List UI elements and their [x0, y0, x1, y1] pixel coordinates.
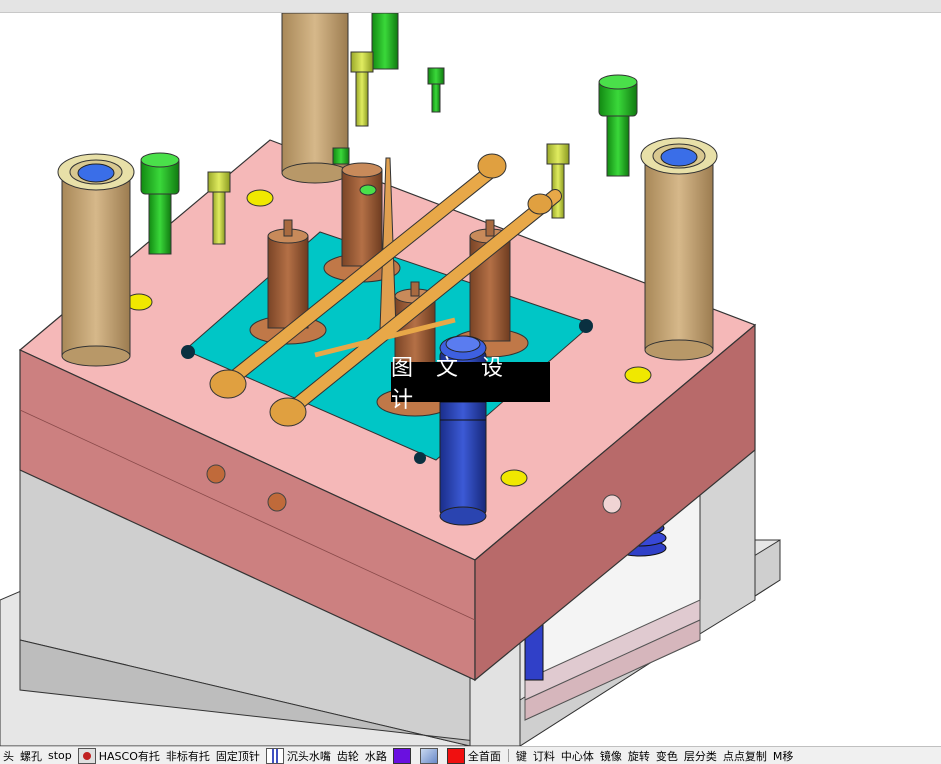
toolbar-label: 头: [3, 749, 14, 763]
toolbar-button-7[interactable]: 齿轮: [334, 747, 362, 764]
purple-color-icon: [392, 747, 411, 764]
red-color-icon: [446, 747, 465, 764]
toolbar-button-6[interactable]: 沉头水嘴: [263, 747, 334, 764]
guide-pillar-right: [640, 137, 718, 361]
toolbar-label: 螺孔: [20, 749, 42, 763]
watermark: 图 文 设 计: [391, 356, 550, 413]
water-nozzle-icon: [265, 747, 284, 764]
toolbar-button-20[interactable]: M移: [770, 747, 797, 764]
toolbar-label: HASCO有托: [98, 749, 160, 763]
toolbar-label: 中心体: [560, 749, 594, 763]
toolbar-button-11[interactable]: 全首面: [444, 747, 504, 764]
toolbar-label: 变色: [655, 749, 678, 763]
toolbar-button-16[interactable]: 旋转: [625, 747, 653, 764]
toolbar-button-0[interactable]: 头: [0, 747, 17, 764]
toolbar-button-10[interactable]: [417, 747, 444, 764]
toolbar-label: 旋转: [627, 749, 650, 763]
toolbar-label: 订料: [532, 749, 555, 763]
green-screw-right: [598, 74, 638, 177]
gate-green: [359, 184, 377, 196]
toolbar-label: 键: [515, 749, 527, 763]
toolbar-label: M移: [772, 749, 794, 763]
toolbar-button-17[interactable]: 变色: [653, 747, 681, 764]
toolbar-label: 镜像: [599, 749, 622, 763]
toolbar-separator: [507, 749, 509, 762]
toolbar-label: 齿轮: [336, 749, 359, 763]
toolbar-label: 沉头水嘴: [286, 749, 331, 763]
hasco-icon: [77, 747, 96, 764]
toolbar-label: 固定顶针: [215, 749, 260, 763]
toolbar-button-14[interactable]: 中心体: [558, 747, 597, 764]
toolbar-button-5[interactable]: 固定顶针: [213, 747, 263, 764]
toolbar-button-8[interactable]: 水路: [362, 747, 390, 764]
toolbar-button-13[interactable]: 订料: [530, 747, 558, 764]
top-bar: [0, 0, 941, 13]
toolbar-button-1[interactable]: 螺孔: [17, 747, 45, 764]
yellow-screw-2: [350, 51, 374, 127]
toolbar-button-12[interactable]: 键: [513, 747, 530, 764]
toolbar-button-3[interactable]: HASCO有托: [75, 747, 163, 764]
toolbar-button-9[interactable]: [390, 747, 417, 764]
toolbar-button-4[interactable]: 非标有托: [163, 747, 213, 764]
toolbar-label: stop: [48, 749, 72, 762]
green-small-screw: [427, 67, 445, 113]
bottom-toolbar: 头螺孔 stop HASCO有托 非标有托 固定顶针 沉头水嘴 齿轮 水路 全首面键订料 中心体镜…: [0, 746, 941, 764]
toolbar-button-18[interactable]: 层分类: [681, 747, 720, 764]
toolbar-button-2[interactable]: stop: [45, 747, 75, 764]
toolbar-label: 非标有托: [165, 749, 210, 763]
toolbar-label: 全首面: [467, 749, 501, 763]
toolbar-label: 层分类: [683, 749, 717, 763]
green-small-screw-2: [332, 147, 350, 165]
green-screw-top: [371, 13, 399, 70]
guide-pillar-left: [57, 153, 135, 367]
toolbar-label: 点点复制: [722, 749, 767, 763]
toolbar-button-15[interactable]: 镜像: [597, 747, 625, 764]
cube-view-icon: [419, 747, 438, 764]
toolbar-label: 水路: [364, 749, 387, 763]
toolbar-button-19[interactable]: 点点复制: [720, 747, 770, 764]
